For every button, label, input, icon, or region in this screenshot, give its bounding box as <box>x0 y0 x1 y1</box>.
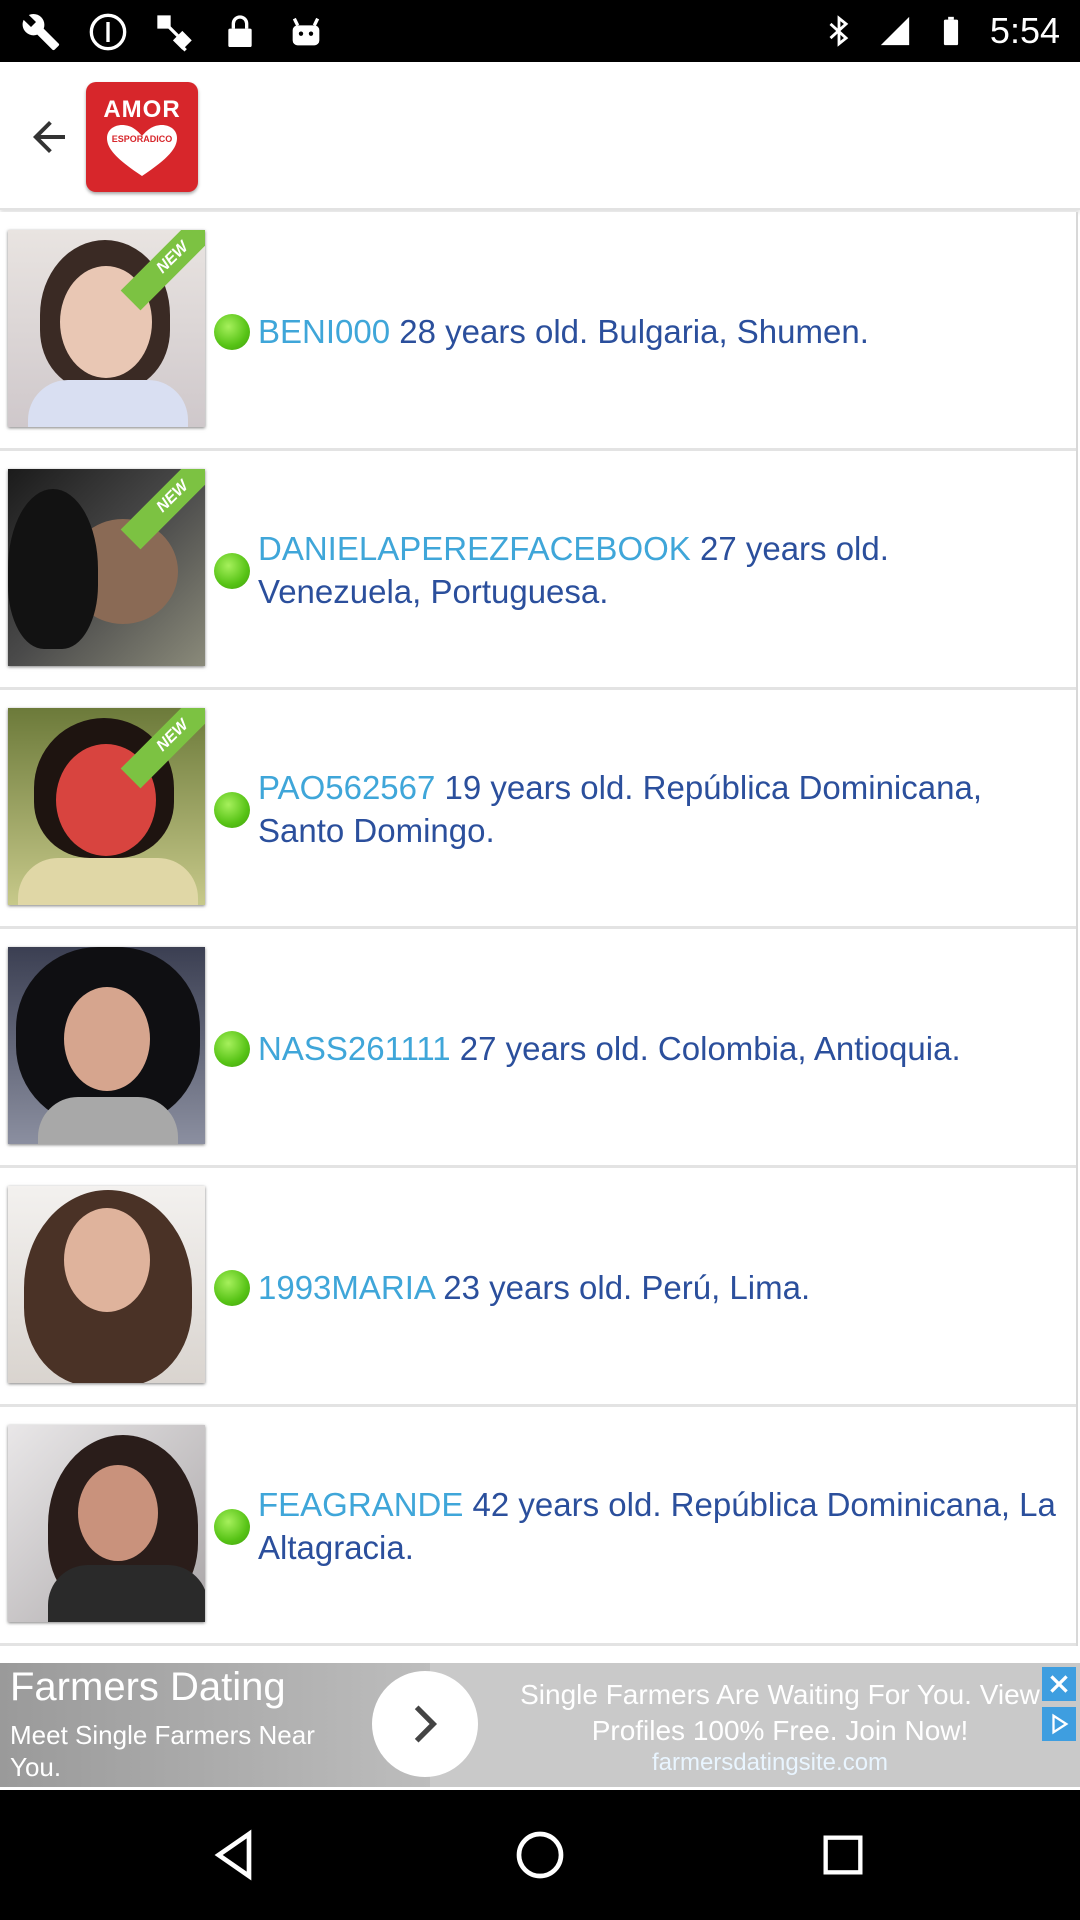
ad-open-button[interactable] <box>372 1671 478 1777</box>
profile-username: DANIELAPEREZFACEBOOK <box>258 530 691 567</box>
status-bar: 5:54 <box>0 0 1080 62</box>
no-disturb-icon <box>89 13 127 51</box>
app-logo: AMOR ESPORADICO <box>86 82 198 192</box>
ad-description: Meet Single Farmers Near You. <box>10 1720 315 1782</box>
profile-photo[interactable]: NEW <box>8 708 205 905</box>
ad-url[interactable]: farmersdatingsite.com <box>560 1749 980 1777</box>
profile-info[interactable]: PAO562567 19 years old. República Domini… <box>258 766 1058 852</box>
profile-details: 23 years old. Perú, Lima. <box>434 1269 811 1306</box>
lock-icon <box>228 15 252 47</box>
logo-subtitle: ESPORADICO <box>111 134 173 144</box>
profile-row[interactable]: 1993MARIA 23 years old. Perú, Lima. <box>0 1168 1076 1407</box>
online-status-icon <box>214 553 250 589</box>
logo-title: AMOR <box>103 96 181 123</box>
close-icon <box>1050 1675 1068 1693</box>
nav-recents-button[interactable] <box>808 1820 878 1890</box>
profile-username: FEAGRANDE <box>258 1486 464 1523</box>
profile-photo[interactable] <box>8 1186 205 1383</box>
profile-list: NEW BENI000 28 years old. Bulgaria, Shum… <box>0 212 1078 1646</box>
wrench-icon <box>22 13 60 51</box>
profile-photo[interactable] <box>8 947 205 1144</box>
battery-icon <box>943 16 959 46</box>
fake-gps-icon <box>157 15 192 52</box>
recents-square-icon <box>823 1835 863 1875</box>
profile-username: 1993MARIA <box>258 1269 435 1306</box>
profile-photo[interactable] <box>8 1425 205 1622</box>
profile-details: 28 years old. Bulgaria, Shumen. <box>390 313 869 350</box>
profile-info[interactable]: DANIELAPEREZFACEBOOK 27 years old. Venez… <box>258 527 1058 613</box>
profile-row[interactable]: NASS261111 27 years old. Colombia, Antio… <box>0 929 1076 1168</box>
profile-username: PAO562567 <box>258 769 436 806</box>
profile-info[interactable]: 1993MARIA 23 years old. Perú, Lima. <box>258 1266 1058 1309</box>
profile-details: 27 years old. Colombia, Antioquia. <box>450 1030 961 1067</box>
profile-row[interactable]: NEW PAO562567 19 years old. República Do… <box>0 690 1076 929</box>
profile-username: BENI000 <box>258 313 391 350</box>
bluetooth-icon <box>829 15 849 47</box>
online-status-icon <box>214 1509 250 1545</box>
android-icon <box>292 17 320 46</box>
system-nav-bar <box>0 1790 1080 1920</box>
profile-info[interactable]: FEAGRANDE 42 years old. República Domini… <box>258 1483 1058 1569</box>
cellular-signal-icon <box>880 16 910 46</box>
ad-choices-icon <box>1052 1713 1069 1735</box>
online-status-icon <box>214 792 250 828</box>
profile-row[interactable]: NEW DANIELAPEREZFACEBOOK 27 years old. V… <box>0 451 1076 690</box>
ad-title: Farmers Dating <box>10 1665 286 1709</box>
nav-home-button[interactable] <box>505 1820 575 1890</box>
ad-close-button[interactable] <box>1042 1667 1076 1701</box>
back-triangle-icon <box>214 1829 252 1881</box>
heart-icon: ESPORADICO <box>105 124 179 178</box>
profile-row[interactable]: FEAGRANDE 42 years old. República Domini… <box>0 1407 1076 1646</box>
chevron-right-icon <box>414 1705 438 1743</box>
home-circle-icon <box>516 1831 564 1879</box>
profile-info[interactable]: NASS261111 27 years old. Colombia, Antio… <box>258 1027 1058 1070</box>
online-status-icon <box>214 1270 250 1306</box>
ad-headline: Single Farmers Are Waiting For You. View… <box>520 1679 1040 1746</box>
profile-photo[interactable]: NEW <box>8 469 205 666</box>
ad-banner[interactable]: Farmers Dating Meet Single Farmers Near … <box>0 1663 1080 1787</box>
nav-back-button[interactable] <box>200 1820 270 1890</box>
online-status-icon <box>214 1031 250 1067</box>
clock: 5:54 <box>989 10 1060 51</box>
app-bar: AMOR ESPORADICO <box>0 62 1080 210</box>
profile-row[interactable]: NEW BENI000 28 years old. Bulgaria, Shum… <box>0 212 1076 451</box>
online-status-icon <box>214 314 250 350</box>
profile-photo[interactable]: NEW <box>8 230 205 427</box>
profile-info[interactable]: BENI000 28 years old. Bulgaria, Shumen. <box>258 310 1058 353</box>
back-button[interactable] <box>14 102 84 172</box>
profile-username: NASS261111 <box>258 1030 451 1067</box>
ad-choices-button[interactable] <box>1042 1707 1076 1741</box>
arrow-back-icon <box>33 121 65 153</box>
